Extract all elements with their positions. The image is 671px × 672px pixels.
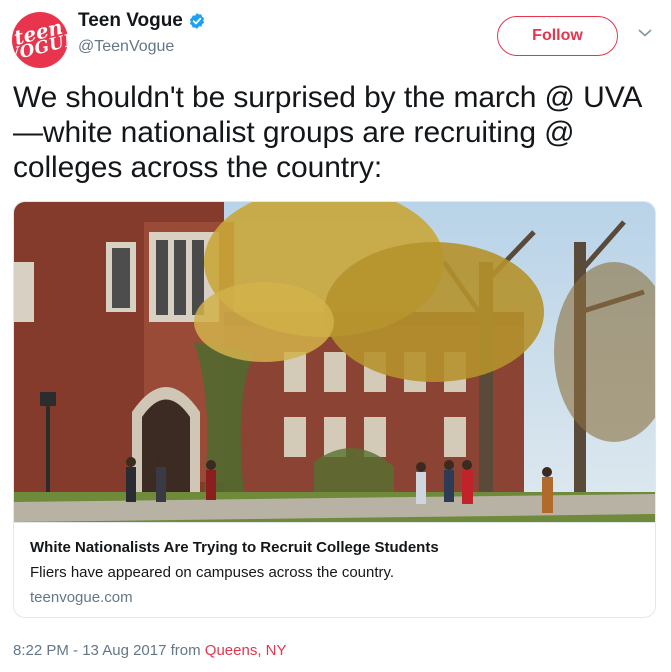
- account-name-row: Teen Vogue: [78, 10, 206, 32]
- card-domain: teenvogue.com: [30, 589, 133, 606]
- avatar[interactable]: teen VOGUE: [12, 12, 68, 68]
- card-title[interactable]: White Nationalists Are Trying to Recruit…: [30, 539, 439, 556]
- tweet-timestamp[interactable]: 8:22 PM - 13 Aug 2017: [13, 642, 166, 659]
- from-label: from: [170, 642, 201, 659]
- tweet-meta: 8:22 PM - 13 Aug 2017 from Queens, NY: [13, 642, 287, 659]
- link-card[interactable]: White Nationalists Are Trying to Recruit…: [13, 201, 656, 618]
- chevron-down-icon[interactable]: [638, 28, 652, 38]
- verified-badge-icon: [189, 13, 204, 29]
- card-image: [14, 202, 655, 522]
- account-handle[interactable]: @TeenVogue: [78, 38, 174, 56]
- tweet-text: We shouldn't be surprised by the march @…: [13, 81, 643, 184]
- avatar-logo: teen VOGUE: [12, 15, 68, 67]
- follow-button[interactable]: Follow: [497, 16, 618, 56]
- tweet-location[interactable]: Queens, NY: [205, 642, 287, 659]
- card-description: Fliers have appeared on campuses across …: [30, 564, 395, 581]
- display-name[interactable]: Teen Vogue: [78, 10, 183, 32]
- card-body: White Nationalists Are Trying to Recruit…: [14, 522, 655, 606]
